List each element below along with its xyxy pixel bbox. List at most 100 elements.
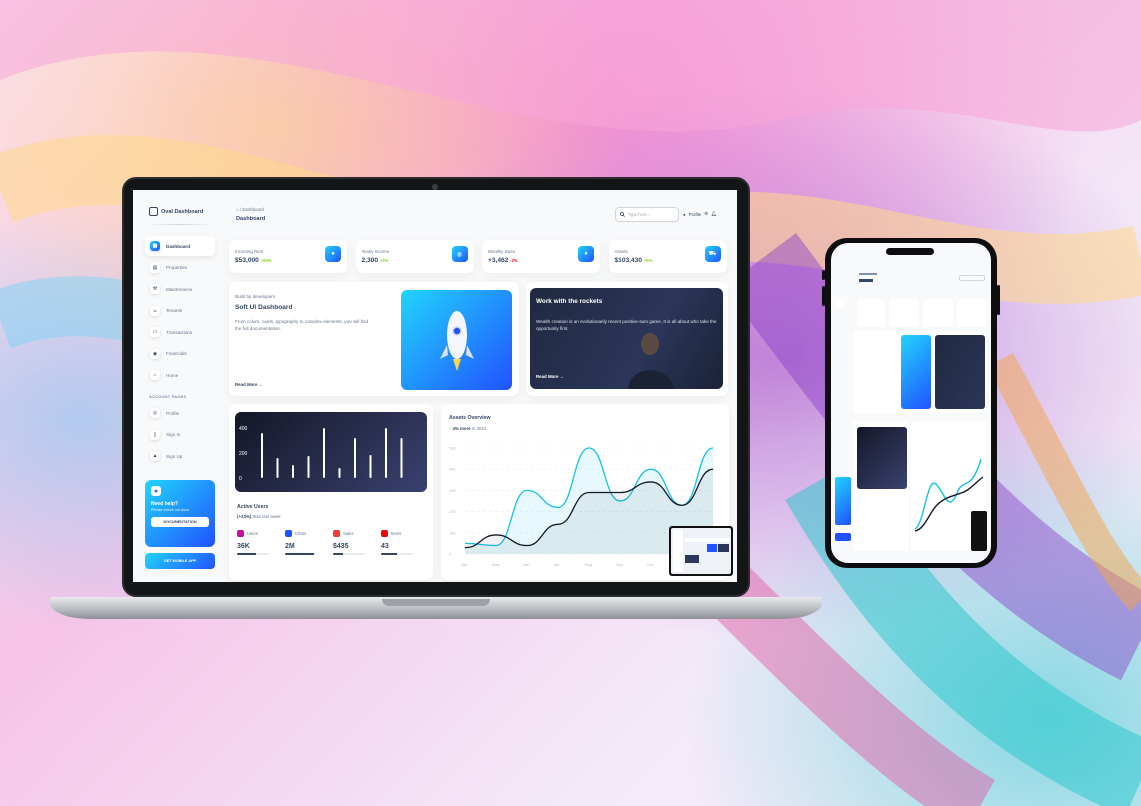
metric-value: $435 <box>333 543 349 550</box>
home-icon[interactable]: ⌂ <box>236 207 239 212</box>
search-placeholder: Type here... <box>628 212 651 217</box>
building-icon: ▤ <box>150 262 160 273</box>
overview-note: in 2021 <box>470 426 487 431</box>
metric-label: Users <box>247 531 258 536</box>
y-tick-label: 100 <box>449 530 456 535</box>
metric-label: Clicks <box>295 531 307 536</box>
sidebar-item-label: Properties <box>166 265 187 270</box>
sidebar-item-label: Sign Up <box>166 453 183 459</box>
phone-screen <box>831 243 991 563</box>
sidebar-item-maintenance[interactable]: ⚒ Maintenance <box>145 279 215 299</box>
get-mobile-app-button[interactable]: GET MOBILE APP <box>145 553 215 569</box>
bell-icon[interactable]: 🔔︎ <box>711 211 717 217</box>
metric-progress <box>381 553 413 555</box>
y-tick-label: 500 <box>449 446 456 451</box>
active-users-note: than last week <box>251 514 281 519</box>
overview-change: 4% more <box>452 426 471 431</box>
help-subtitle: Please check our docs <box>151 508 190 512</box>
breadcrumb-current: Dashboard <box>242 207 264 212</box>
section-label: ACCOUNT PAGES <box>149 394 187 399</box>
stat-change: +5% <box>643 258 653 263</box>
user-icon: ● <box>683 211 686 217</box>
bar <box>400 438 403 478</box>
build-kicker: Build by developers <box>235 294 276 299</box>
logo-icon <box>149 207 158 216</box>
x-tick-label: Jul <box>554 562 559 567</box>
star-icon: ★ <box>151 486 161 496</box>
read-more-link[interactable]: Read More → <box>536 374 564 379</box>
bar <box>385 428 387 478</box>
sidebar-item-financials[interactable]: ◉ Financials <box>145 344 215 364</box>
sidebar-item-home[interactable]: ⌂ Home <box>145 365 215 385</box>
help-card: ★ Need help? Please check our docs DOCUM… <box>145 480 215 547</box>
cart-icon: ⛟ <box>704 246 721 262</box>
bar <box>261 433 263 478</box>
bar <box>369 455 372 478</box>
metric-users: Users 36K <box>237 530 277 555</box>
documentation-button[interactable]: DOCUMENTATION <box>151 517 209 527</box>
y-tick-label: 300 <box>449 488 456 493</box>
metric-clicks: Clicks 2M <box>285 530 325 555</box>
arrow-up-icon: ↑ <box>449 426 452 431</box>
sidebar-item-label: Tenants <box>166 308 183 313</box>
stat-card: Incoming Rent $53,000 +55% ● <box>229 240 347 273</box>
metric-value: 43 <box>381 543 389 550</box>
help-title: Need help? <box>151 501 178 507</box>
sidebar-item-sign-in[interactable]: ▯ Sign In <box>145 425 215 445</box>
phone-notch <box>886 248 934 255</box>
home-icon: ⌂ <box>150 370 160 380</box>
sidebar-item-sign-up[interactable]: ▲ Sign Up <box>145 446 215 466</box>
sidebar-item-properties[interactable]: ▤ Properties <box>145 258 215 278</box>
y-tick-label: 400 <box>449 467 456 472</box>
sidebar-item-tenants[interactable]: ☺ Tenants <box>145 301 215 321</box>
y-tick-label: 0 <box>239 476 242 482</box>
gear-icon[interactable]: ⚙ <box>704 211 708 217</box>
sidebar-item-label: Profile <box>166 410 180 416</box>
x-tick-label: May <box>492 562 500 567</box>
build-title: Soft UI Dashboard <box>235 304 293 311</box>
user-icon: ◎ <box>150 408 160 418</box>
search-input[interactable]: Type here... <box>615 207 679 222</box>
metric-label: Items <box>391 531 402 536</box>
build-card: Build by developers Soft UI Dashboard Fr… <box>229 282 519 396</box>
profile-link[interactable]: ● Profile ⚙ 🔔︎ <box>683 211 717 217</box>
metric-icon <box>381 530 388 537</box>
stat-label: Yearly Income <box>361 249 390 254</box>
x-tick-label: Jun <box>523 562 529 567</box>
stat-label: Monthly Dues <box>488 249 515 254</box>
x-tick-label: Apr <box>461 562 468 567</box>
sidebar-item-label: Transactions <box>166 329 193 335</box>
read-more-link[interactable]: Read More → <box>235 382 263 387</box>
stat-amount: $53,000 <box>235 257 259 264</box>
metric-sales: Sales $435 <box>333 530 373 555</box>
laptop-screen: Oval Dashboard ▦ Dashboard ▤ Properties ⚒ Mai… <box>133 190 737 582</box>
sidebar-item-label: Sign In <box>166 432 181 437</box>
metric-value: 2M <box>285 543 295 550</box>
stat-change: +3% <box>379 258 389 263</box>
rocket-icon: ▲ <box>150 451 160 461</box>
sidebar-item-dashboard[interactable]: ▦ Dashboard <box>145 236 215 256</box>
metric-icon <box>237 530 244 537</box>
document-icon: ▯ <box>150 429 160 440</box>
y-tick-label: 200 <box>239 451 248 457</box>
brand[interactable]: Oval Dashboard <box>149 207 203 216</box>
metric-items: Items 43 <box>381 530 421 555</box>
laptop-notch <box>382 599 490 606</box>
stat-amount: $103,430 <box>614 257 643 264</box>
active-users-title: Active Users <box>237 504 269 510</box>
breadcrumb: ⌂ / Dashboard <box>236 207 264 212</box>
bar <box>276 458 279 478</box>
users-icon: ☺ <box>150 305 160 316</box>
grid-icon: ▦ <box>150 241 160 251</box>
sidebar-item-transactions[interactable]: ▭ Transactions <box>145 322 215 342</box>
stat-change: +55% <box>260 258 272 263</box>
metric-progress-fill <box>333 553 343 555</box>
overview-subtitle: ↑ 4% more in 2021 <box>449 426 486 431</box>
stat-amount: 2,300 <box>361 257 379 264</box>
phone-button <box>997 285 1000 315</box>
y-tick-label: 200 <box>449 509 456 514</box>
active-users-change: (+23%) <box>237 514 252 519</box>
sidebar-item-profile[interactable]: ◎ Profile <box>145 403 215 423</box>
bar <box>338 468 341 478</box>
metric-head: Clicks <box>285 530 325 537</box>
